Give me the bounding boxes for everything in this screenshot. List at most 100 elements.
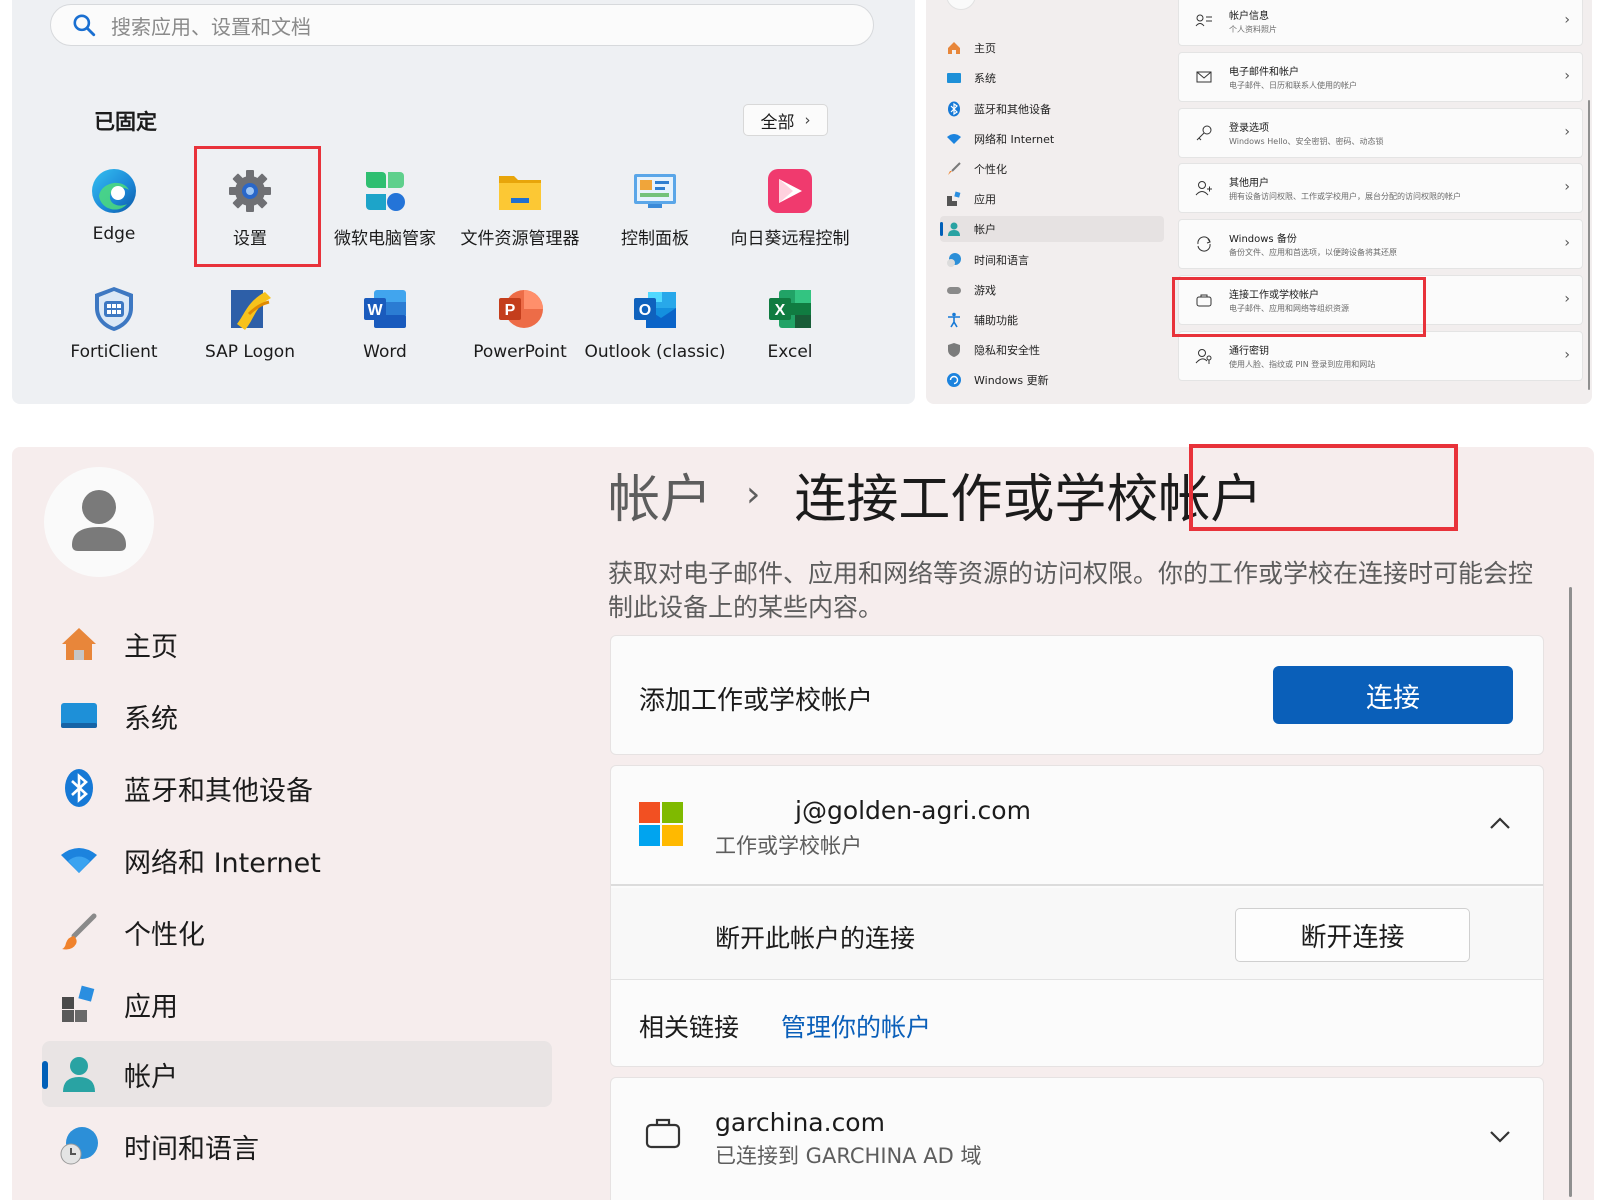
nav-label: 时间和语言 (974, 254, 1029, 267)
settings-large-panel: 主页 系统 蓝牙和其他设备 网络和 Internet 个性化 应用 帐户 时间和… (12, 447, 1594, 1200)
chevron-right-icon: › (1564, 291, 1570, 307)
app-excel[interactable]: X Excel (723, 258, 857, 374)
bluetooth-icon (948, 101, 960, 117)
app-control-panel[interactable]: 控制面板 (588, 140, 722, 256)
gaming-icon (947, 287, 961, 294)
chevron-right-icon: › (1564, 124, 1570, 140)
chevron-up-icon[interactable] (1489, 816, 1511, 830)
chevron-down-icon[interactable] (1489, 1130, 1511, 1144)
nav-home[interactable]: 主页 (940, 35, 1164, 61)
scrollbar[interactable] (1588, 100, 1590, 390)
app-label: 向日葵远程控制 (730, 229, 850, 249)
nav-time-language[interactable]: 时间和语言 (940, 247, 1164, 273)
app-outlook[interactable]: O Outlook (classic) (584, 258, 726, 374)
card-account-info[interactable]: 帐户信息 个人资料照片 › (1178, 0, 1583, 46)
key-icon (1196, 125, 1212, 141)
briefcase-icon (645, 1118, 681, 1149)
nav-apps[interactable]: 应用 (940, 186, 1164, 212)
chevron-right-icon: › (1564, 347, 1570, 363)
search-input[interactable]: 搜索应用、设置和文档 (50, 4, 874, 46)
scrollbar[interactable] (1569, 587, 1572, 1197)
app-sunlogin[interactable]: 向日葵远程控制 (723, 140, 857, 256)
card-subtitle: 拥有设备访问权限、工作或学校用户，展台分配的访问权限的帐户 (1229, 192, 1461, 201)
search-placeholder: 搜索应用、设置和文档 (111, 14, 311, 39)
disconnect-label: 断开此帐户的连接 (715, 924, 916, 953)
account-card-garchina[interactable]: garchina.com 已连接到 GARCHINA AD 域 (610, 1077, 1544, 1200)
app-label: Word (363, 342, 407, 362)
nav-accessibility[interactable]: 辅助功能 (940, 307, 1164, 333)
app-file-explorer[interactable]: 文件资源管理器 (453, 140, 587, 256)
nav-system[interactable]: 系统 (940, 65, 1164, 91)
all-apps-label: 全部 (760, 112, 795, 133)
card-title: 其他用户 (1229, 178, 1269, 189)
app-powerpoint[interactable]: P PowerPoint (453, 258, 587, 374)
system-icon (61, 703, 97, 728)
card-title: 帐户信息 (1229, 11, 1269, 22)
nav-bluetooth[interactable]: 蓝牙和其他设备 (940, 96, 1164, 122)
nav-label: 辅助功能 (974, 314, 1018, 327)
nav-time-language[interactable]: 时间和语言 (42, 1113, 552, 1179)
app-sap-logon[interactable]: SAP Logon (183, 258, 317, 374)
card-email-accounts[interactable]: 电子邮件和帐户 电子邮件、日历和联系人使用的帐户 › (1178, 52, 1583, 102)
manage-account-link[interactable]: 管理你的帐户 (781, 1008, 931, 1044)
nav-label: 主页 (124, 631, 178, 663)
app-edge[interactable]: Edge (47, 140, 181, 256)
nav-label: 系统 (974, 72, 996, 85)
active-indicator (42, 1061, 48, 1089)
nav-network[interactable]: 网络和 Internet (940, 126, 1164, 152)
nav-label: 蓝牙和其他设备 (124, 775, 313, 807)
user-avatar-icon (72, 490, 126, 551)
nav-personalization[interactable]: 个性化 (940, 156, 1164, 182)
breadcrumb-parent[interactable]: 帐户 (608, 457, 712, 532)
nav-accounts[interactable]: 帐户 (940, 216, 1164, 242)
avatar[interactable] (44, 467, 154, 577)
nav-gaming[interactable]: 游戏 (940, 277, 1164, 303)
wifi-icon (947, 134, 961, 144)
nav-privacy[interactable]: 隐私和安全性 (940, 337, 1164, 363)
chevron-right-icon: › (1564, 235, 1570, 251)
breadcrumb: 帐户 › 连接工作或学校帐户 (608, 457, 1262, 532)
nav-network[interactable]: 网络和 Internet (42, 827, 552, 893)
card-passkeys[interactable]: 通行密钥 使用人脸、指纹或 PIN 登录到应用和网站 › (1178, 331, 1583, 381)
pc-manager-icon (366, 172, 405, 211)
app-word[interactable]: W Word (318, 258, 452, 374)
outlook-icon: O (634, 292, 676, 328)
disconnect-button[interactable]: 断开连接 (1235, 908, 1470, 962)
card-title: Windows 备份 (1229, 234, 1297, 245)
account-header[interactable]: j@golden-agri.com 工作或学校帐户 (611, 766, 1543, 886)
nav-accounts[interactable]: 帐户 (42, 1041, 552, 1107)
app-label: PowerPoint (473, 342, 567, 362)
apps-icon (62, 985, 95, 1022)
nav-personalization[interactable]: 个性化 (42, 899, 552, 965)
nav-apps[interactable]: 应用 (42, 971, 552, 1037)
nav-system[interactable]: 系统 (42, 683, 552, 749)
nav-label: 主页 (974, 42, 996, 55)
card-windows-backup[interactable]: Windows 备份 备份文件、应用和首选项，以便跨设备将其还原 › (1178, 219, 1583, 269)
add-account-card: 添加工作或学校帐户 连接 (610, 635, 1544, 755)
nav-label: 个性化 (124, 919, 205, 951)
app-forticlient[interactable]: FortiClient (47, 258, 181, 374)
start-menu-panel: 搜索应用、设置和文档 已固定 全部 › Edge 设置 微软电脑管家 文件资源管… (12, 0, 915, 404)
chevron-right-icon: › (1564, 68, 1570, 84)
app-pc-manager[interactable]: 微软电脑管家 (318, 140, 452, 256)
svg-text:W: W (367, 302, 383, 319)
card-sign-in-options[interactable]: 登录选项 Windows Hello、安全密钥、密码、动态锁 › (1178, 108, 1583, 158)
app-label: 文件资源管理器 (460, 229, 580, 249)
time-language-icon (60, 1127, 98, 1165)
nav-windows-update[interactable]: Windows 更新 (940, 367, 1164, 393)
card-subtitle: 个人资料照片 (1229, 25, 1277, 34)
mail-icon (1196, 71, 1212, 83)
nav-label: 帐户 (124, 1061, 178, 1093)
disconnect-highlight-box (1189, 444, 1458, 531)
card-title: 登录选项 (1229, 123, 1269, 134)
chevron-right-icon: › (804, 111, 811, 129)
account-type: 工作或学校帐户 (715, 834, 862, 858)
nav-home[interactable]: 主页 (42, 611, 552, 677)
connect-button[interactable]: 连接 (1273, 666, 1513, 724)
account-info-icon (1195, 14, 1212, 27)
card-other-users[interactable]: 其他用户 拥有设备访问权限、工作或学校用户，展台分配的访问权限的帐户 › (1178, 163, 1583, 213)
nav-bluetooth[interactable]: 蓝牙和其他设备 (42, 755, 552, 821)
page-description: 获取对电子邮件、应用和网络等资源的访问权限。你的工作或学校在连接时可能会控制此设… (608, 559, 1534, 622)
card-subtitle: 使用人脸、指纹或 PIN 登录到应用和网站 (1229, 360, 1376, 369)
all-apps-button[interactable]: 全部 › (743, 104, 828, 136)
